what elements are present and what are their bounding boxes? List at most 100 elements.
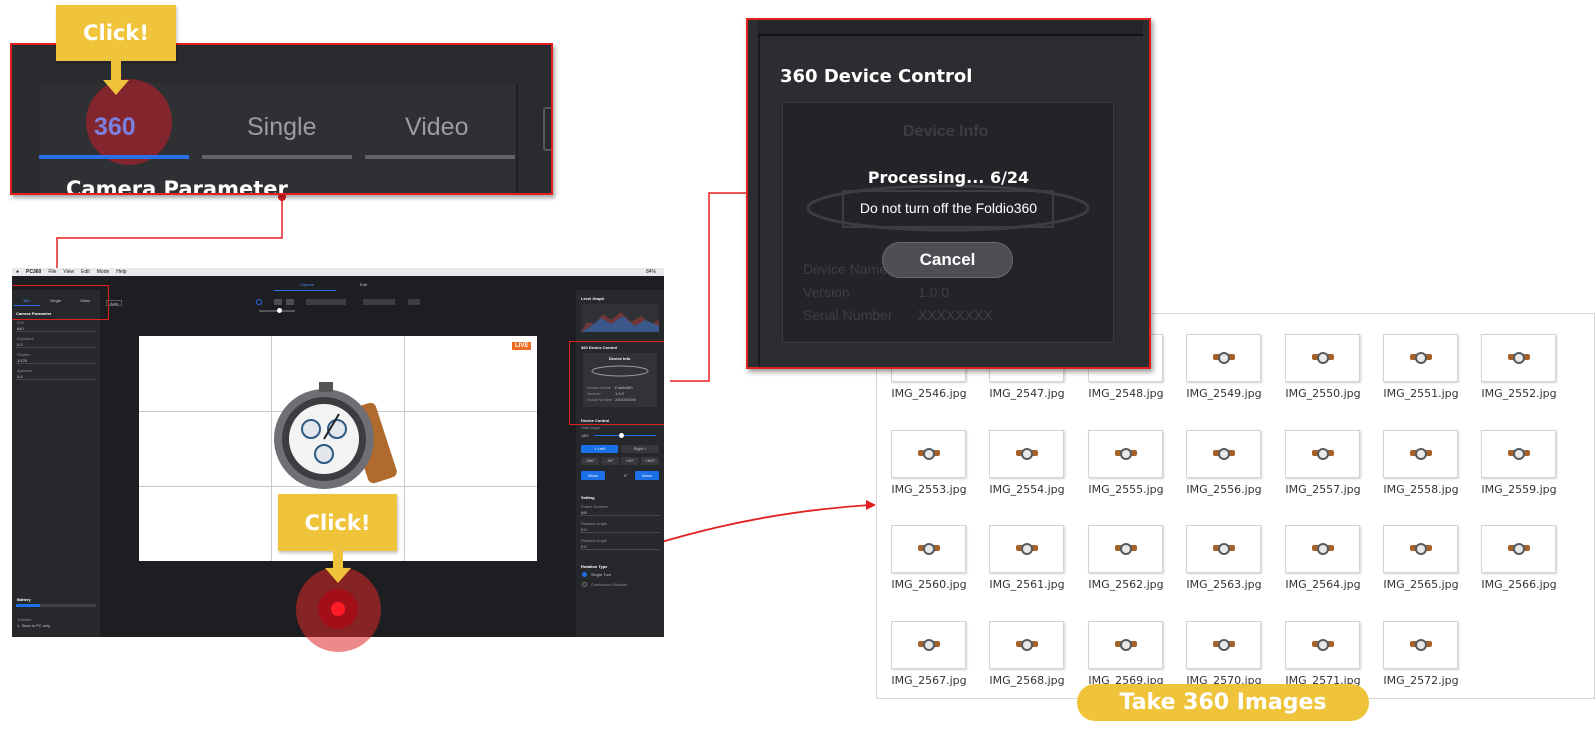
menu-view[interactable]: View: [63, 269, 74, 275]
tab-single[interactable]: Single: [247, 113, 317, 142]
watch-thumbnail-icon: [917, 543, 940, 555]
battery-bar: [16, 604, 96, 607]
watch-thumbnail-icon: [1409, 639, 1432, 651]
device-info-heading: Device Info: [903, 123, 989, 140]
file-name: IMG_2562.jpg: [1088, 578, 1164, 591]
file-name: IMG_2572.jpg: [1383, 674, 1459, 687]
file-thumbnail[interactable]: [1481, 430, 1556, 478]
param-underline: [16, 331, 96, 332]
start-angle-label: Start Angle: [581, 425, 601, 430]
file-thumbnail[interactable]: [989, 430, 1064, 478]
file-thumbnail[interactable]: [1088, 525, 1163, 573]
move-right-button[interactable]: Move: [635, 471, 659, 480]
tab-video-underline: [365, 155, 515, 159]
tab-single-underline: [202, 155, 352, 159]
file-thumbnail[interactable]: [1285, 430, 1360, 478]
tab-edit[interactable]: Edit: [360, 282, 367, 287]
zoom-icon[interactable]: [256, 299, 262, 305]
param-label: Aperture: [17, 368, 33, 373]
row-value: XXXXXXXX: [918, 307, 993, 323]
radio-single-turn[interactable]: [582, 572, 587, 577]
step-button[interactable]: -360°: [581, 457, 599, 465]
row-value: 1.0.0: [918, 284, 950, 300]
apple-icon[interactable]: ●: [16, 269, 19, 275]
list-icon[interactable]: [286, 299, 294, 305]
file-thumbnail[interactable]: [891, 621, 966, 669]
file-thumbnail[interactable]: [1285, 334, 1360, 382]
tab-capture[interactable]: Capture: [300, 282, 314, 287]
param-label: Shutter: [17, 352, 30, 357]
file-thumbnail[interactable]: [989, 621, 1064, 669]
file-name: IMG_2547.jpg: [989, 387, 1065, 400]
file-browser: IMG_2546.jpg IMG_2547.jpg IMG_2548.jpg IMG_…: [876, 313, 1595, 699]
watch-thumbnail-icon: [1311, 448, 1334, 460]
cancel-button[interactable]: Cancel: [882, 242, 1013, 278]
angle-slider-knob[interactable]: [619, 433, 624, 438]
capture-underline: [274, 290, 336, 291]
watch-thumbnail-icon: [1507, 352, 1530, 364]
live-badge: LIVE: [512, 342, 532, 350]
file-thumbnail[interactable]: [1285, 525, 1360, 573]
grid-icon[interactable]: [274, 299, 282, 305]
file-name: IMG_2563.jpg: [1186, 578, 1262, 591]
tab-video[interactable]: Video: [405, 113, 469, 142]
radio-continuous[interactable]: [582, 582, 587, 587]
file-thumbnail[interactable]: [1088, 621, 1163, 669]
file-thumbnail[interactable]: [1383, 430, 1458, 478]
layout-icons[interactable]: [306, 299, 346, 305]
file-thumbnail[interactable]: [1481, 525, 1556, 573]
file-name: IMG_2557.jpg: [1285, 483, 1361, 496]
file-name: IMG_2553.jpg: [891, 483, 967, 496]
menu-mode[interactable]: Mode: [97, 269, 110, 275]
watch-thumbnail-icon: [1015, 543, 1038, 555]
watch-thumbnail-icon: [1409, 448, 1432, 460]
level-graph: [581, 304, 659, 332]
file-thumbnail[interactable]: [891, 525, 966, 573]
right-button[interactable]: Right >: [621, 445, 659, 453]
file-thumbnail[interactable]: [1481, 334, 1556, 382]
file-thumbnail[interactable]: [1186, 334, 1261, 382]
view-icons[interactable]: [363, 299, 395, 305]
battery-status: 84%: [645, 269, 656, 275]
menu-help[interactable]: Help: [116, 269, 126, 275]
fit-icon[interactable]: [408, 299, 420, 305]
file-thumbnail[interactable]: [1186, 430, 1261, 478]
setting-field-label: Rotation Angle: [581, 538, 608, 543]
watch-thumbnail-icon: [1212, 639, 1235, 651]
left-panel: 360 Single Video Camera Parameter ISO 64…: [12, 290, 100, 637]
zoom-slider-knob[interactable]: [277, 308, 282, 313]
move-value[interactable]: 0°: [624, 473, 628, 478]
file-thumbnail[interactable]: [1186, 525, 1261, 573]
file-thumbnail[interactable]: [1383, 334, 1458, 382]
menu-app-name[interactable]: PC360: [26, 269, 41, 275]
menu-file[interactable]: File: [48, 269, 56, 275]
file-name: IMG_2567.jpg: [891, 674, 967, 687]
file-thumbnail[interactable]: [1088, 430, 1163, 478]
warning-text: Do not turn off the Foldio360: [859, 200, 1038, 216]
menu-edit[interactable]: Edit: [81, 269, 90, 275]
file-thumbnail[interactable]: [1383, 525, 1458, 573]
tab-360[interactable]: 360: [94, 113, 136, 142]
step-button[interactable]: +90°: [621, 457, 639, 465]
move-left-button[interactable]: Move: [581, 471, 605, 480]
watch-thumbnail-icon: [1409, 352, 1432, 364]
file-name: IMG_2552.jpg: [1481, 387, 1557, 400]
watch-thumbnail-icon: [1114, 543, 1137, 555]
file-thumbnail[interactable]: [989, 525, 1064, 573]
capture-button[interactable]: [331, 602, 345, 616]
file-thumbnail[interactable]: [891, 430, 966, 478]
tab-highlight-box: [12, 285, 109, 320]
left-button[interactable]: < Left: [581, 445, 618, 453]
callout-stem-bottom: [333, 550, 343, 570]
step-button[interactable]: +360°: [641, 457, 659, 465]
file-thumbnail[interactable]: [1186, 621, 1261, 669]
divider: [516, 83, 518, 193]
row-key: Device Name: [803, 261, 888, 277]
file-name: IMG_2555.jpg: [1088, 483, 1164, 496]
setting-field-label: Rotation Angle: [581, 521, 608, 526]
transfer-select[interactable]: 1. Save to PC only: [17, 623, 50, 628]
file-thumbnail[interactable]: [1285, 621, 1360, 669]
angle-slider[interactable]: [594, 435, 656, 436]
file-thumbnail[interactable]: [1383, 621, 1458, 669]
step-button[interactable]: -90°: [601, 457, 619, 465]
